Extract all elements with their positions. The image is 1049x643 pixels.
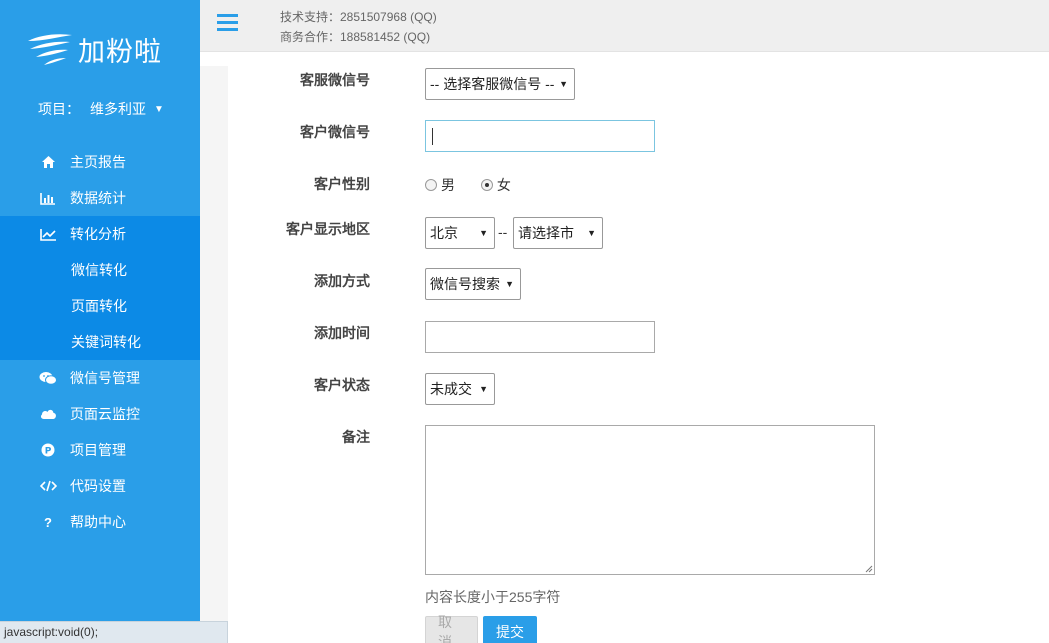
- cancel-button[interactable]: 取消: [425, 614, 478, 643]
- gender-radio-group: 男 女: [425, 175, 533, 195]
- remark-textarea[interactable]: [425, 425, 875, 575]
- province-select[interactable]: 北京 ▼: [425, 217, 495, 249]
- question-icon: ?: [44, 514, 52, 530]
- dropdown-arrow-icon: ▼: [587, 228, 596, 238]
- sidebar-item-label: 代码设置: [70, 478, 126, 494]
- sidebar: 加粉啦 项目： 维多利亚 ▼ 主页报告 数据统计 转化分析 微信转化 页面转化 …: [0, 0, 200, 643]
- caret-down-icon: ▼: [154, 103, 164, 115]
- radio-dot: [425, 179, 437, 191]
- wechat-icon: [38, 371, 58, 385]
- top-header: 技术支持：2851507968 (QQ) 商务合作：188581452 (QQ): [200, 0, 1049, 52]
- sidebar-item-home-report[interactable]: 主页报告: [0, 144, 200, 180]
- browser-status-bar: javascript:void(0);: [0, 621, 228, 643]
- support-info: 技术支持：2851507968 (QQ) 商务合作：188581452 (QQ): [280, 7, 437, 47]
- remark-label: 备注: [342, 429, 370, 445]
- sidebar-item-project-management[interactable]: P 项目管理: [0, 432, 200, 468]
- sidebar-item-label: 转化分析: [70, 226, 126, 242]
- content-gutter: [200, 66, 228, 643]
- sidebar-item-wechat-management[interactable]: 微信号管理: [0, 360, 200, 396]
- sidebar-item-label: 微信号管理: [70, 370, 140, 386]
- add-time-label: 添加时间: [314, 325, 370, 341]
- radio-label: 男: [441, 177, 455, 193]
- select-value: 请选择市: [518, 225, 574, 241]
- city-select[interactable]: 请选择市 ▼: [513, 217, 603, 249]
- home-icon: [38, 155, 58, 169]
- sidebar-item-label: 帮助中心: [70, 514, 126, 530]
- sidebar-item-help-center[interactable]: ? 帮助中心: [0, 504, 200, 540]
- project-label: 项目：: [38, 101, 80, 117]
- brand-logo[interactable]: 加粉啦: [26, 28, 162, 70]
- sidebar-item-wechat-conversion[interactable]: 微信转化: [0, 252, 200, 288]
- service-wechat-label: 客服微信号: [300, 72, 370, 88]
- sidebar-item-conversion-analysis[interactable]: 转化分析: [0, 216, 200, 252]
- sidebar-item-label: 微信转化: [71, 262, 127, 278]
- dropdown-arrow-icon: ▼: [479, 384, 488, 394]
- cloud-icon: [38, 408, 58, 420]
- sidebar-item-page-conversion[interactable]: 页面转化: [0, 288, 200, 324]
- sidebar-item-label: 页面转化: [71, 298, 127, 314]
- sidebar-item-keyword-conversion[interactable]: 关键词转化: [0, 324, 200, 360]
- dropdown-arrow-icon: ▼: [505, 279, 514, 289]
- svg-text:P: P: [45, 447, 52, 457]
- select-value: -- 选择客服微信号 --: [430, 76, 555, 92]
- dropdown-arrow-icon: ▼: [479, 228, 488, 238]
- sidebar-item-label: 数据统计: [70, 190, 126, 206]
- gender-label: 客户性别: [314, 176, 370, 192]
- project-value: 维多利亚: [90, 101, 146, 117]
- region-label: 客户显示地区: [286, 221, 370, 237]
- select-value: 微信号搜索: [430, 276, 500, 292]
- status-select[interactable]: 未成交 ▼: [425, 373, 495, 405]
- conversion-menu-group: 转化分析 微信转化 页面转化 关键词转化: [0, 216, 200, 360]
- remark-length-hint: 内容长度小于255字符: [425, 589, 561, 605]
- main-content: 客服微信号 -- 选择客服微信号 -- ▼ 客户微信号 客户性别 男 女 客户显…: [200, 52, 1049, 643]
- resize-grip-icon[interactable]: [865, 565, 873, 573]
- hamburger-menu-icon[interactable]: [217, 14, 238, 32]
- p-circle-icon: P: [38, 443, 58, 457]
- sidebar-item-label: 主页报告: [70, 154, 126, 170]
- radio-label: 女: [496, 177, 511, 193]
- text-caret: [432, 128, 433, 145]
- sidebar-item-label: 页面云监控: [70, 406, 140, 422]
- sidebar-item-data-stats[interactable]: 数据统计: [0, 180, 200, 216]
- sidebar-item-label: 关键词转化: [71, 334, 141, 350]
- sidebar-item-code-settings[interactable]: 代码设置: [0, 468, 200, 504]
- sidebar-item-label: 项目管理: [70, 442, 126, 458]
- sidebar-item-page-cloud-monitor[interactable]: 页面云监控: [0, 396, 200, 432]
- region-separator: --: [498, 224, 508, 240]
- radio-dot-checked: [480, 179, 493, 191]
- select-value: 北京: [430, 225, 458, 241]
- dropdown-arrow-icon: ▼: [559, 79, 568, 89]
- line-chart-icon: [38, 228, 58, 241]
- gender-female-radio[interactable]: 女: [480, 175, 511, 195]
- gender-male-radio[interactable]: 男: [425, 175, 455, 195]
- submit-button[interactable]: 提交: [483, 616, 537, 643]
- add-time-input[interactable]: [425, 321, 655, 353]
- project-selector[interactable]: 项目： 维多利亚 ▼: [38, 99, 164, 119]
- business-contact-text: 商务合作：188581452 (QQ): [280, 30, 431, 44]
- status-label: 客户状态: [314, 377, 370, 393]
- add-method-select[interactable]: 微信号搜索 ▼: [425, 268, 521, 300]
- brand-name: 加粉啦: [78, 36, 162, 68]
- wing-logo-icon: [28, 34, 72, 65]
- code-icon: [38, 480, 58, 492]
- bar-chart-icon: [38, 192, 58, 205]
- select-value: 未成交: [430, 381, 472, 397]
- service-wechat-select[interactable]: -- 选择客服微信号 -- ▼: [425, 68, 575, 100]
- customer-wechat-input[interactable]: [425, 120, 655, 152]
- add-method-label: 添加方式: [314, 273, 370, 289]
- sidebar-menu: 主页报告 数据统计 转化分析 微信转化 页面转化 关键词转化 微信号管理 页面云…: [0, 144, 200, 540]
- customer-wechat-label: 客户微信号: [300, 124, 370, 140]
- tech-support-text: 技术支持：2851507968 (QQ): [280, 10, 437, 24]
